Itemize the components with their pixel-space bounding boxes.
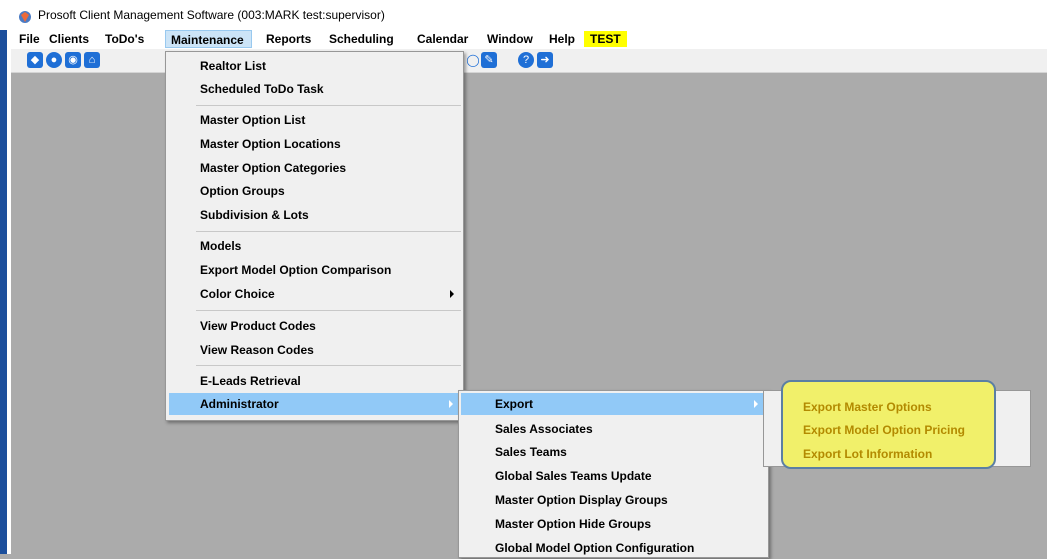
- home-icon[interactable]: ⌂: [84, 52, 100, 68]
- menu-scheduling[interactable]: Scheduling: [329, 32, 394, 46]
- menu-item-label: Master Option Display Groups: [495, 493, 668, 507]
- menu-item-label: Export Model Option Comparison: [200, 263, 392, 277]
- left-border-inner: [7, 30, 11, 554]
- menu-todos[interactable]: ToDo's: [105, 32, 144, 46]
- menu-item-master-option-display-groups[interactable]: Master Option Display Groups: [459, 489, 768, 511]
- menu-item-view-reason-codes[interactable]: View Reason Codes: [166, 339, 463, 361]
- menu-separator: [196, 231, 461, 232]
- menu-item-export-model-option-comparison[interactable]: Export Model Option Comparison: [166, 259, 463, 281]
- menu-item-export-lot-information[interactable]: Export Lot Information: [803, 447, 932, 461]
- menu-item-label: Global Model Option Configuration: [495, 541, 695, 555]
- export-options-highlight: Export Master Options Export Model Optio…: [781, 380, 996, 469]
- menu-item-label: Models: [200, 239, 242, 253]
- window-title: Prosoft Client Management Software (003:…: [38, 8, 385, 22]
- menu-window[interactable]: Window: [487, 32, 533, 46]
- menu-item-global-sales-teams-update[interactable]: Global Sales Teams Update: [459, 465, 768, 487]
- menu-item-label: Color Choice: [200, 287, 275, 301]
- menu-item-label: Sales Associates: [495, 422, 593, 436]
- menu-item-administrator[interactable]: Administrator: [169, 393, 461, 415]
- app-logo-icon: [19, 11, 31, 23]
- menu-item-label: Export: [495, 397, 534, 411]
- menu-bar: File Clients ToDo's Maintenance Reports …: [11, 30, 1047, 49]
- menu-item-export[interactable]: Export: [461, 393, 766, 415]
- menu-item-scheduled-todo-task[interactable]: Scheduled ToDo Task: [166, 78, 463, 100]
- menu-item-label: View Product Codes: [200, 319, 316, 333]
- menu-help[interactable]: Help: [549, 32, 575, 46]
- help-icon[interactable]: ?: [518, 52, 534, 68]
- menu-item-subdivision-lots[interactable]: Subdivision & Lots: [166, 204, 463, 226]
- menu-item-color-choice[interactable]: Color Choice: [166, 283, 463, 305]
- tool-icon-partial[interactable]: ◯: [465, 52, 481, 68]
- menu-item-label: Administrator: [200, 397, 279, 411]
- menu-separator: [196, 105, 461, 106]
- menu-item-master-option-hide-groups[interactable]: Master Option Hide Groups: [459, 513, 768, 535]
- menu-item-sales-associates[interactable]: Sales Associates: [459, 418, 768, 440]
- menu-item-label: Option Groups: [200, 184, 285, 198]
- menu-item-option-groups[interactable]: Option Groups: [166, 180, 463, 202]
- maintenance-dropdown: Realtor List Scheduled ToDo Task Master …: [165, 51, 464, 421]
- menu-item-label: View Reason Codes: [200, 343, 314, 357]
- menu-clients[interactable]: Clients: [49, 32, 89, 46]
- menu-item-global-model-option-configuration[interactable]: Global Model Option Configuration: [459, 537, 768, 559]
- left-border: [0, 30, 7, 554]
- menu-item-label: Master Option Hide Groups: [495, 517, 652, 531]
- menu-maintenance-label: Maintenance: [171, 33, 244, 47]
- edit-icon[interactable]: ✎: [481, 52, 497, 68]
- menu-item-label: Scheduled ToDo Task: [200, 82, 324, 96]
- menu-item-master-option-locations[interactable]: Master Option Locations: [166, 133, 463, 155]
- submenu-arrow-icon: [449, 400, 453, 408]
- menu-item-label: Sales Teams: [495, 445, 567, 459]
- menu-item-master-option-categories[interactable]: Master Option Categories: [166, 157, 463, 179]
- menu-reports[interactable]: Reports: [266, 32, 311, 46]
- menu-item-export-master-options[interactable]: Export Master Options: [803, 400, 932, 414]
- paint-bucket-icon[interactable]: ◆: [27, 52, 43, 68]
- title-bar: Prosoft Client Management Software (003:…: [0, 0, 1047, 30]
- menu-item-eleads-retrieval[interactable]: E-Leads Retrieval: [166, 370, 463, 392]
- menu-item-label: Realtor List: [200, 59, 267, 73]
- menu-item-label: Subdivision & Lots: [200, 208, 309, 222]
- menu-separator: [196, 365, 461, 366]
- menu-item-models[interactable]: Models: [166, 235, 463, 257]
- menu-item-view-product-codes[interactable]: View Product Codes: [166, 315, 463, 337]
- menu-item-label: Master Option Categories: [200, 161, 347, 175]
- menu-item-label: E-Leads Retrieval: [200, 374, 301, 388]
- user-icon[interactable]: ●: [46, 52, 62, 68]
- exit-icon[interactable]: ➜: [537, 52, 553, 68]
- administrator-submenu: Export Sales Associates Sales Teams Glob…: [458, 390, 769, 558]
- menu-item-sales-teams[interactable]: Sales Teams: [459, 441, 768, 463]
- submenu-arrow-icon: [754, 400, 758, 408]
- menu-separator: [196, 310, 461, 311]
- menu-item-realtor-list[interactable]: Realtor List: [166, 55, 463, 77]
- menu-item-label: Master Option Locations: [200, 137, 341, 151]
- menu-item-label: Global Sales Teams Update: [495, 469, 652, 483]
- menu-item-master-option-list[interactable]: Master Option List: [166, 109, 463, 131]
- menu-maintenance[interactable]: Maintenance: [165, 30, 252, 48]
- menu-test[interactable]: TEST: [584, 31, 627, 47]
- submenu-arrow-icon: [450, 290, 454, 298]
- menu-file[interactable]: File: [19, 32, 40, 46]
- eye-icon[interactable]: ◉: [65, 52, 81, 68]
- menu-calendar[interactable]: Calendar: [417, 32, 468, 46]
- menu-item-export-model-option-pricing[interactable]: Export Model Option Pricing: [803, 423, 965, 437]
- menu-item-label: Master Option List: [200, 113, 306, 127]
